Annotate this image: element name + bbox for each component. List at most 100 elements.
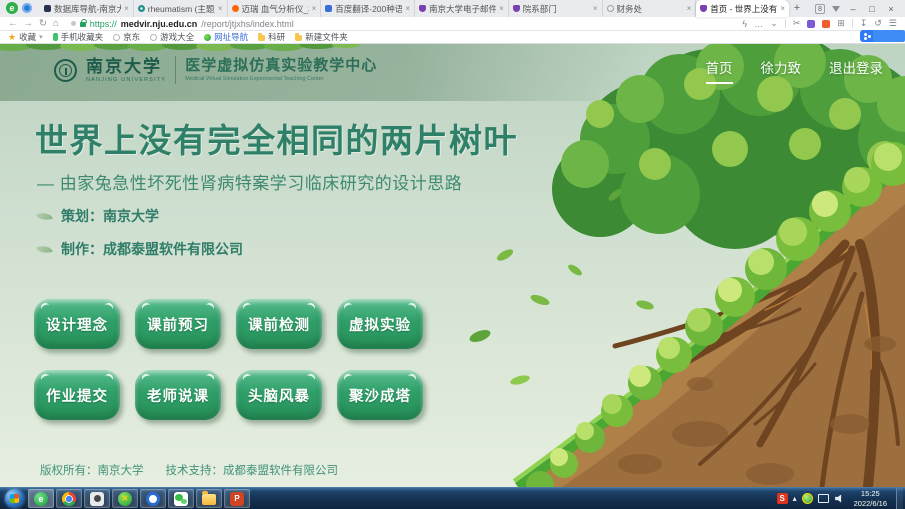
extension-orange-icon[interactable] xyxy=(822,20,830,28)
back-button[interactable]: ← xyxy=(8,19,18,29)
tab-close-icon[interactable]: × xyxy=(124,4,129,13)
address-bar-row: ← → ↻ ⌂ https:// medvir.nju.edu.cn /repo… xyxy=(0,17,905,31)
volume-icon[interactable] xyxy=(834,493,845,504)
url-input[interactable]: https:// medvir.nju.edu.cn /report/jtjxh… xyxy=(65,19,737,29)
tab-close-icon[interactable]: × xyxy=(687,4,692,13)
clock-date: 2022/6/16 xyxy=(854,499,887,508)
button-pre-class-test[interactable]: 课前检测 xyxy=(236,299,322,349)
funnel-icon[interactable] xyxy=(832,6,840,12)
bookmark-games[interactable]: 游戏大全 xyxy=(150,31,194,43)
refresh-button[interactable]: ↻ xyxy=(39,19,47,29)
nav-logout[interactable]: 退出登录 xyxy=(829,57,883,84)
site-favicon-icon xyxy=(700,5,707,12)
button-pre-class-preview[interactable]: 课前预习 xyxy=(135,299,221,349)
start-button[interactable] xyxy=(5,489,24,508)
divider xyxy=(785,19,786,28)
browser-tab-4[interactable]: 百度翻译-200种语言互… × xyxy=(321,0,415,17)
forward-button[interactable]: → xyxy=(24,19,34,29)
nav-site-icon xyxy=(204,34,211,41)
taskbar-app-explorer[interactable] xyxy=(196,489,222,508)
scissors-icon[interactable]: ✂ xyxy=(793,18,801,29)
bookmarks-root[interactable]: ★ 收藏 ▾ xyxy=(8,31,43,43)
apps-grid-icon[interactable]: ⊞ xyxy=(837,18,845,29)
browser-360-logo-icon[interactable]: e xyxy=(6,2,18,14)
bookmark-nav-site[interactable]: 网址导航 xyxy=(204,31,248,43)
tab-close-icon[interactable]: × xyxy=(780,4,785,13)
browser-tab-active[interactable]: 首页 - 世界上没有完全相… × xyxy=(696,0,789,17)
browser-tab-7[interactable]: 财务处 × xyxy=(603,0,697,17)
browser-tab-2[interactable]: rheumatism (主题) AND… × xyxy=(134,0,228,17)
expand-icon[interactable]: ⌄ xyxy=(770,18,778,29)
extension-purple-icon[interactable] xyxy=(807,20,815,28)
system-tray: S ▴ 15:25 2022/6/16 xyxy=(777,488,905,509)
nav-user[interactable]: 徐力致 xyxy=(761,57,802,84)
more-icon[interactable]: … xyxy=(754,19,763,29)
site-info-icon[interactable] xyxy=(71,21,76,26)
page-title: 世界上没有完全相同的两片树叶 xyxy=(35,114,518,162)
bolt-icon[interactable]: ϟ xyxy=(742,19,747,29)
taskbar-app-wechat[interactable] xyxy=(168,489,194,508)
tab-label: 首页 - 世界上没有完全相… xyxy=(710,3,777,15)
maximize-button[interactable]: □ xyxy=(866,4,878,14)
bookmark-jd[interactable]: 京东 xyxy=(113,31,140,43)
powerpoint-icon: P xyxy=(230,492,244,506)
nav-home[interactable]: 首页 xyxy=(706,57,733,84)
taskbar-app-opera[interactable] xyxy=(140,489,166,508)
history-icon[interactable]: ↺ xyxy=(874,18,882,29)
tab-label: 数据库导航-南京大学图… xyxy=(54,3,121,15)
globe-icon xyxy=(113,34,120,41)
menu-icon[interactable]: ☰ xyxy=(889,18,897,29)
tab-close-icon[interactable]: × xyxy=(405,4,410,13)
button-design-concept[interactable]: 设计理念 xyxy=(34,299,120,349)
browser-tab-6[interactable]: 院系部门 × xyxy=(509,0,603,17)
bookmark-mobile-favorites[interactable]: 手机收藏夹 xyxy=(53,31,104,43)
site-favicon-icon xyxy=(419,5,426,12)
browser-tab-3[interactable]: 迈瑞 血气分析仪_360搜… × xyxy=(228,0,322,17)
download-icon[interactable]: ↧ xyxy=(860,18,868,29)
360-ball-icon[interactable] xyxy=(802,493,813,504)
360-browser-icon: e xyxy=(34,492,48,506)
minimize-button[interactable]: – xyxy=(847,4,859,14)
bookmark-label: 新建文件夹 xyxy=(305,31,348,43)
site-logo[interactable]: 南京大学 NANJING UNIVERSITY 医学虚拟仿真实验教学中心 Med… xyxy=(54,56,377,84)
windows-taskbar: e ✕ P S ▴ 15:25 2022/6/16 xyxy=(0,487,905,509)
tab-close-icon[interactable]: × xyxy=(218,4,223,13)
module-button-grid: 设计理念 课前预习 课前检测 虚拟实验 作业提交 老师说课 头脑风暴 聚沙成塔 xyxy=(34,299,423,420)
folder-icon xyxy=(258,35,265,41)
home-button[interactable]: ⌂ xyxy=(53,19,59,29)
close-window-button[interactable]: × xyxy=(885,4,897,14)
taskbar-app-sogou-tool[interactable] xyxy=(84,489,110,508)
browser-mode-icon[interactable] xyxy=(22,3,32,13)
session-count-icon[interactable]: 8 xyxy=(815,4,825,14)
taskbar-app-360-safety[interactable]: ✕ xyxy=(112,489,138,508)
show-desktop-button[interactable] xyxy=(896,488,903,509)
browser-extension-overlay[interactable] xyxy=(860,30,905,42)
bookmark-folder-new[interactable]: 新建文件夹 xyxy=(295,31,348,43)
bookmark-label: 京东 xyxy=(123,31,140,43)
new-tab-button[interactable]: + xyxy=(789,0,805,17)
bookmark-label: 手机收藏夹 xyxy=(61,31,104,43)
tab-close-icon[interactable]: × xyxy=(593,4,598,13)
tab-close-icon[interactable]: × xyxy=(499,4,504,13)
network-icon[interactable] xyxy=(818,493,829,504)
sogou-tray-icon[interactable]: S xyxy=(777,493,788,504)
tab-close-icon[interactable]: × xyxy=(312,4,317,13)
button-brainstorm[interactable]: 头脑风暴 xyxy=(236,370,322,420)
taskbar-app-chrome[interactable] xyxy=(56,489,82,508)
button-homework-submit[interactable]: 作业提交 xyxy=(34,370,120,420)
taskbar-app-powerpoint[interactable]: P xyxy=(224,489,250,508)
hidden-icons-arrow[interactable]: ▴ xyxy=(793,494,797,503)
browser-tab-5[interactable]: 南京大学电子邮件系统 × xyxy=(415,0,509,17)
button-virtual-experiment[interactable]: 虚拟实验 xyxy=(337,299,423,349)
divider xyxy=(852,19,853,28)
credits: 策划：南京大学 制作：成都泰盟软件有限公司 xyxy=(37,206,243,259)
bookmark-folder-research[interactable]: 科研 xyxy=(258,31,285,43)
page-footer: 版权所有：南京大学 技术支持：成都泰盟软件有限公司 xyxy=(40,462,338,478)
tab-label: 南京大学电子邮件系统 xyxy=(429,3,496,15)
tab-label: 迈瑞 血气分析仪_360搜… xyxy=(242,3,309,15)
browser-tab-1[interactable]: 数据库导航-南京大学图… × xyxy=(40,0,134,17)
taskbar-app-360-browser[interactable]: e xyxy=(28,489,54,508)
taskbar-clock[interactable]: 15:25 2022/6/16 xyxy=(850,489,891,508)
button-sand-to-tower[interactable]: 聚沙成塔 xyxy=(337,370,423,420)
button-teacher-talk[interactable]: 老师说课 xyxy=(135,370,221,420)
